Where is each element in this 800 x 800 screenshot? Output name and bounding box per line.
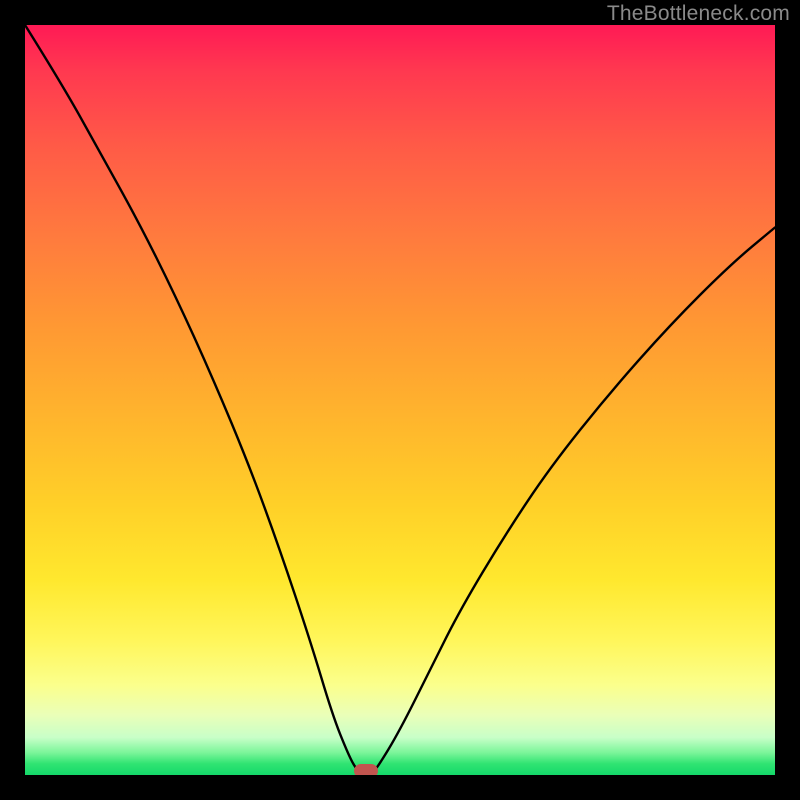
- plot-area: [25, 25, 775, 775]
- optimum-marker: [354, 764, 378, 775]
- bottleneck-curve: [25, 25, 775, 775]
- chart-frame: TheBottleneck.com: [0, 0, 800, 800]
- watermark-label: TheBottleneck.com: [607, 2, 790, 26]
